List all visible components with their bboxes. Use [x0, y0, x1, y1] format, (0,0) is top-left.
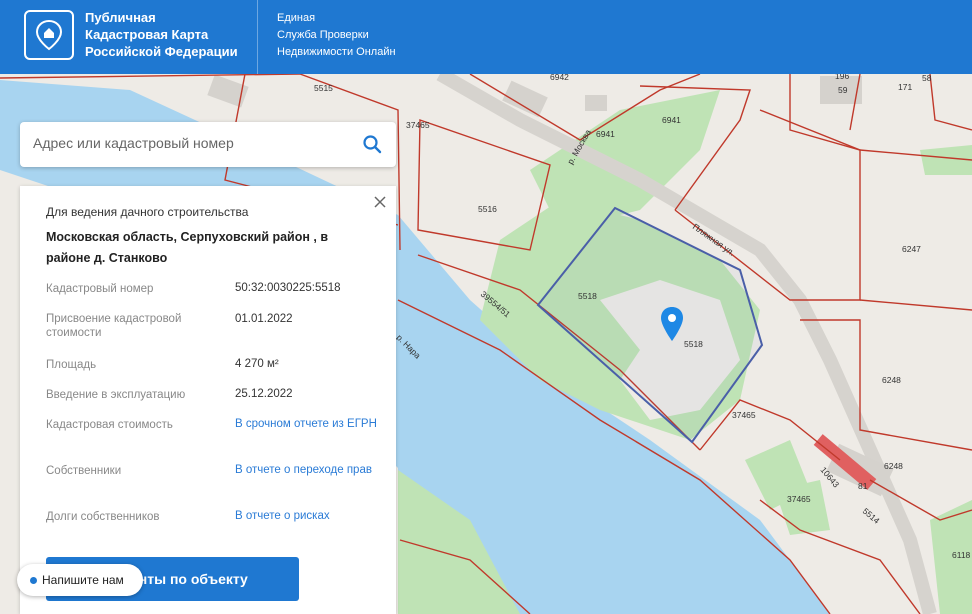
cadastral-value-link[interactable]: В срочном отчете из ЕГРН: [235, 417, 385, 432]
chat-label: Напишите нам: [42, 573, 124, 587]
commissioning-date-value: 25.12.2022: [235, 388, 293, 400]
field-label: Кадастровая стоимость: [46, 419, 173, 431]
field-label: Долги собственников: [46, 511, 160, 523]
parcel-label: 37465: [406, 120, 430, 130]
parcel-label: 6941: [596, 129, 615, 139]
parcel-label: 6248: [884, 461, 903, 471]
map-pin-home-icon: [35, 19, 63, 51]
parcel-label: 171: [898, 82, 912, 92]
parcel-label: 5518: [578, 291, 597, 301]
title-line: Кадастровая Карта: [85, 27, 209, 42]
parcel-label: 6118: [952, 550, 971, 560]
parcel-label: 5518: [684, 339, 703, 349]
parcel-label: 6942: [550, 74, 569, 82]
land-purpose: Для ведения дачного строительства: [46, 205, 249, 219]
service-line: Служба Проверки: [277, 29, 369, 41]
area-value: 4 270 м²: [235, 358, 279, 370]
valuation-date-value: 01.01.2022: [235, 313, 293, 325]
parcel-label: 58: [922, 74, 932, 83]
title-line: Российской Федерации: [85, 44, 238, 59]
parcel-label: 6941: [662, 115, 681, 125]
parcel-label: 59: [838, 85, 848, 95]
service-line: Единая: [277, 12, 316, 24]
owners-link[interactable]: В отчете о переходе прав: [235, 463, 385, 478]
online-status-dot: [30, 577, 37, 584]
search-button[interactable]: [362, 134, 382, 154]
field-label: Собственники: [46, 465, 122, 477]
object-info-panel: Для ведения дачного строительства Москов…: [20, 186, 396, 614]
field-label: Площадь: [46, 359, 97, 371]
field-label: Присвоение кадастровой стоимости: [46, 313, 182, 339]
close-button[interactable]: [372, 194, 388, 210]
parcel-label: 5515: [314, 83, 333, 93]
building: [585, 95, 607, 111]
service-name[interactable]: Единая Служба Проверки Недвижимости Онла…: [277, 10, 396, 61]
owner-debts-link[interactable]: В отчете о рисках: [235, 509, 385, 524]
parcel-label: 6247: [902, 244, 921, 254]
object-documents-label: енты по объекту: [131, 571, 248, 587]
close-icon: [374, 196, 386, 208]
field-label: Кадастровый номер: [46, 283, 154, 295]
object-address: Московская область, Серпуховский район ,…: [46, 230, 329, 265]
search-icon: [363, 135, 382, 154]
parcel-label: 5516: [478, 204, 497, 214]
header: Публичная Кадастровая Карта Российской Ф…: [0, 0, 972, 74]
logo[interactable]: [24, 10, 74, 60]
parcel-label: 6248: [882, 375, 901, 385]
cadastral-number-value: 50:32:0030225:5518: [235, 282, 341, 294]
service-line: Недвижимости Онлайн: [277, 46, 396, 58]
search-input[interactable]: [31, 134, 355, 152]
field-label: Введение в эксплуатацию: [46, 389, 186, 401]
chat-widget-button[interactable]: Напишите нам: [17, 564, 143, 596]
parcel-label: 196: [835, 74, 849, 81]
search-box: [20, 122, 396, 167]
parcel-label: 37465: [732, 410, 756, 420]
header-divider: [257, 0, 258, 74]
parcel-label: 81: [858, 481, 868, 491]
title-line: Публичная: [85, 10, 156, 25]
site-title: Публичная Кадастровая Карта Российской Ф…: [85, 9, 255, 60]
parcel-label: 37465: [787, 494, 811, 504]
